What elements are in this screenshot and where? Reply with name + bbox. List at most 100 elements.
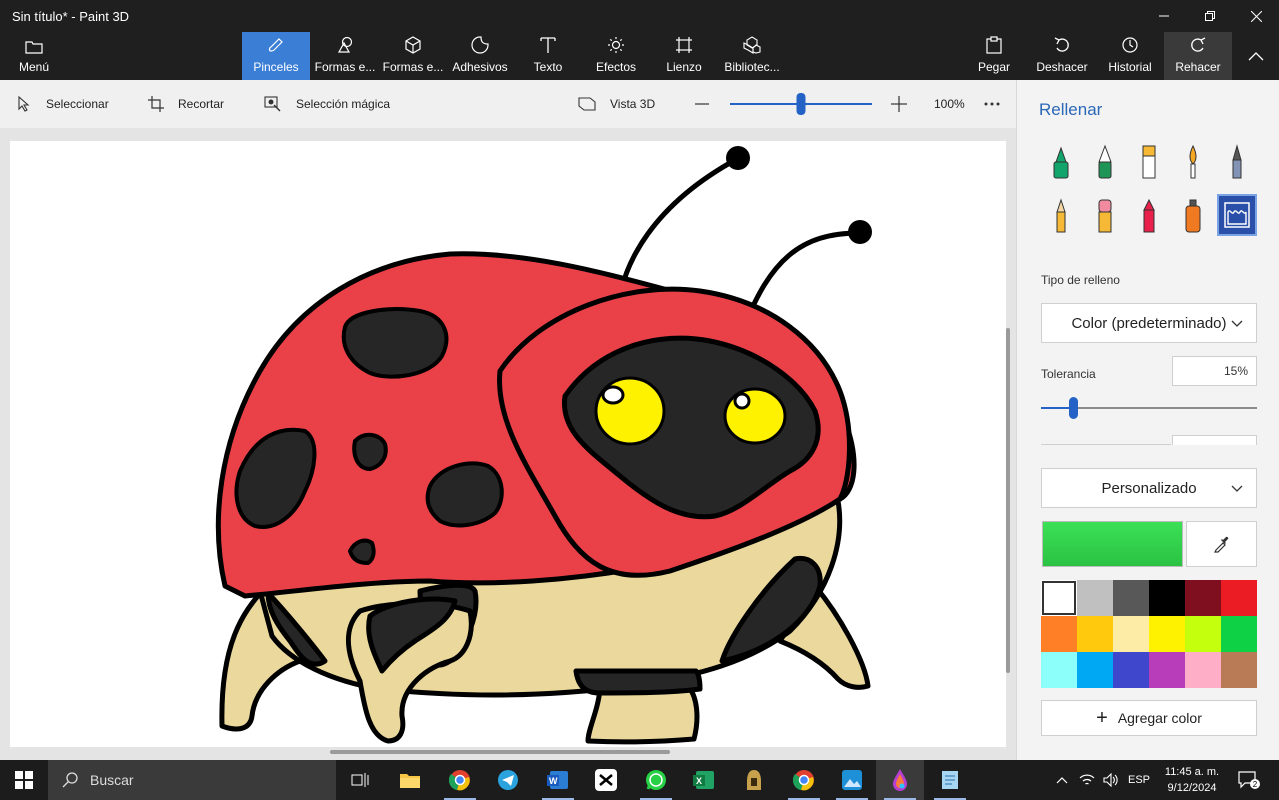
tab-formas-2d[interactable]: Formas e... bbox=[312, 32, 378, 80]
color-swatch[interactable] bbox=[1077, 616, 1113, 652]
horizontal-scrollbar[interactable] bbox=[330, 750, 670, 754]
tab-efectos[interactable]: Efectos bbox=[584, 32, 648, 80]
zoom-slider[interactable] bbox=[730, 80, 872, 128]
photos-button[interactable] bbox=[828, 760, 876, 800]
color-swatch[interactable] bbox=[1221, 652, 1257, 688]
capcut-button[interactable] bbox=[582, 760, 630, 800]
color-mode-dropdown[interactable]: Personalizado bbox=[1041, 468, 1257, 508]
color-swatch[interactable] bbox=[1185, 616, 1221, 652]
tolerance-slider-thumb[interactable] bbox=[1069, 397, 1079, 419]
volume-button[interactable] bbox=[1100, 760, 1122, 800]
color-swatch[interactable] bbox=[1149, 616, 1185, 652]
network-button[interactable] bbox=[1076, 760, 1098, 800]
paste-button[interactable]: Pegar bbox=[968, 32, 1020, 80]
word-button[interactable]: W bbox=[534, 760, 582, 800]
tab-adhesivos[interactable]: Adhesivos bbox=[448, 32, 512, 80]
undo-button[interactable]: Deshacer bbox=[1030, 32, 1094, 80]
eraser-brush[interactable] bbox=[1085, 196, 1125, 236]
color-swatch[interactable] bbox=[1041, 580, 1077, 616]
start-button[interactable] bbox=[0, 760, 48, 800]
zoom-out-button[interactable] bbox=[694, 80, 710, 128]
tab-pinceles[interactable]: Pinceles bbox=[242, 32, 310, 80]
plus-icon: + bbox=[1096, 706, 1108, 729]
crayon-brush[interactable] bbox=[1129, 196, 1169, 236]
tab-lienzo[interactable]: Lienzo bbox=[652, 32, 716, 80]
fill-brush[interactable] bbox=[1217, 194, 1257, 236]
color-swatch[interactable] bbox=[1113, 652, 1149, 688]
color-swatch[interactable] bbox=[1185, 652, 1221, 688]
close-button[interactable] bbox=[1233, 0, 1279, 32]
redo-button[interactable]: Rehacer bbox=[1164, 32, 1232, 80]
undo-label: Deshacer bbox=[1036, 60, 1088, 74]
whatsapp-button[interactable] bbox=[632, 760, 680, 800]
tab-texto[interactable]: Texto bbox=[516, 32, 580, 80]
notifications-button[interactable]: 2 bbox=[1232, 760, 1266, 800]
crop-button[interactable]: Recortar bbox=[148, 80, 224, 128]
telegram-button[interactable] bbox=[484, 760, 532, 800]
pencil-brush[interactable] bbox=[1041, 196, 1081, 236]
undo-icon bbox=[1054, 37, 1069, 52]
collapse-ribbon-button[interactable] bbox=[1234, 32, 1278, 80]
watercolor-brush[interactable] bbox=[1173, 142, 1213, 182]
current-color-swatch[interactable] bbox=[1042, 521, 1183, 567]
menu-button[interactable]: Menú bbox=[0, 32, 68, 80]
chrome-button-2[interactable] bbox=[780, 760, 828, 800]
photos-icon bbox=[842, 770, 862, 790]
game-button[interactable] bbox=[730, 760, 778, 800]
paint-3d-button[interactable] bbox=[876, 760, 924, 800]
vertical-scrollbar[interactable] bbox=[1006, 328, 1010, 673]
pixel-pen-brush[interactable] bbox=[1217, 142, 1257, 182]
drawing-canvas[interactable] bbox=[10, 141, 1006, 747]
wifi-icon bbox=[1079, 774, 1095, 785]
task-view-button[interactable] bbox=[336, 760, 384, 800]
tolerance-input[interactable]: 15% bbox=[1172, 356, 1257, 386]
color-swatch[interactable] bbox=[1113, 580, 1149, 616]
minimize-button[interactable] bbox=[1141, 0, 1187, 32]
redo-icon bbox=[1191, 37, 1206, 52]
chrome-button[interactable] bbox=[436, 760, 484, 800]
tab-formas-3d[interactable]: Formas e... bbox=[380, 32, 446, 80]
eyedropper-button[interactable] bbox=[1186, 521, 1257, 567]
clock[interactable]: 11:45 a. m. 9/12/2024 bbox=[1160, 764, 1224, 796]
select-button[interactable]: Seleccionar bbox=[18, 80, 109, 128]
show-hidden-icons[interactable] bbox=[1052, 760, 1072, 800]
taskbar-search[interactable]: Buscar bbox=[48, 760, 336, 800]
fill-type-dropdown[interactable]: Color (predeterminado) bbox=[1041, 303, 1257, 343]
history-button[interactable]: Historial bbox=[1100, 32, 1160, 80]
restore-button[interactable] bbox=[1187, 0, 1233, 32]
color-swatch[interactable] bbox=[1221, 616, 1257, 652]
color-swatch[interactable] bbox=[1221, 580, 1257, 616]
magic-select-button[interactable]: Selección mágica bbox=[264, 80, 390, 128]
color-swatch[interactable] bbox=[1185, 580, 1221, 616]
view-3d-button[interactable]: Vista 3D bbox=[578, 80, 655, 128]
zoom-slider-thumb[interactable] bbox=[796, 93, 806, 115]
language-indicator[interactable]: ESP bbox=[1124, 760, 1154, 800]
add-color-button[interactable]: + Agregar color bbox=[1041, 700, 1257, 736]
spray-brush[interactable] bbox=[1173, 196, 1213, 236]
file-explorer-button[interactable] bbox=[386, 760, 434, 800]
marker-brush[interactable] bbox=[1041, 142, 1081, 182]
color-swatch[interactable] bbox=[1149, 580, 1185, 616]
color-swatch[interactable] bbox=[1149, 652, 1185, 688]
more-options-button[interactable] bbox=[984, 80, 1000, 128]
chevron-down-icon bbox=[1231, 485, 1243, 492]
zoom-in-button[interactable] bbox=[890, 80, 908, 128]
fill-type-label: Tipo de relleno bbox=[1041, 273, 1120, 287]
color-swatch[interactable] bbox=[1041, 652, 1077, 688]
tab-biblioteca[interactable]: Bibliotec... bbox=[718, 32, 786, 80]
word-icon: W bbox=[547, 771, 568, 789]
excel-button[interactable]: X bbox=[680, 760, 728, 800]
zoom-level[interactable]: 100% bbox=[934, 80, 965, 128]
color-swatch[interactable] bbox=[1077, 580, 1113, 616]
tab-label: Efectos bbox=[595, 60, 637, 74]
color-swatch[interactable] bbox=[1113, 616, 1149, 652]
color-swatch[interactable] bbox=[1041, 616, 1077, 652]
calligraphy-brush[interactable] bbox=[1085, 142, 1125, 182]
cube-icon bbox=[405, 36, 421, 54]
color-swatch[interactable] bbox=[1077, 652, 1113, 688]
task-view-icon bbox=[351, 773, 369, 787]
volume-icon bbox=[1103, 773, 1118, 787]
oil-brush[interactable] bbox=[1129, 142, 1169, 182]
notepad-button[interactable] bbox=[926, 760, 974, 800]
watercolor-icon bbox=[1189, 144, 1197, 179]
